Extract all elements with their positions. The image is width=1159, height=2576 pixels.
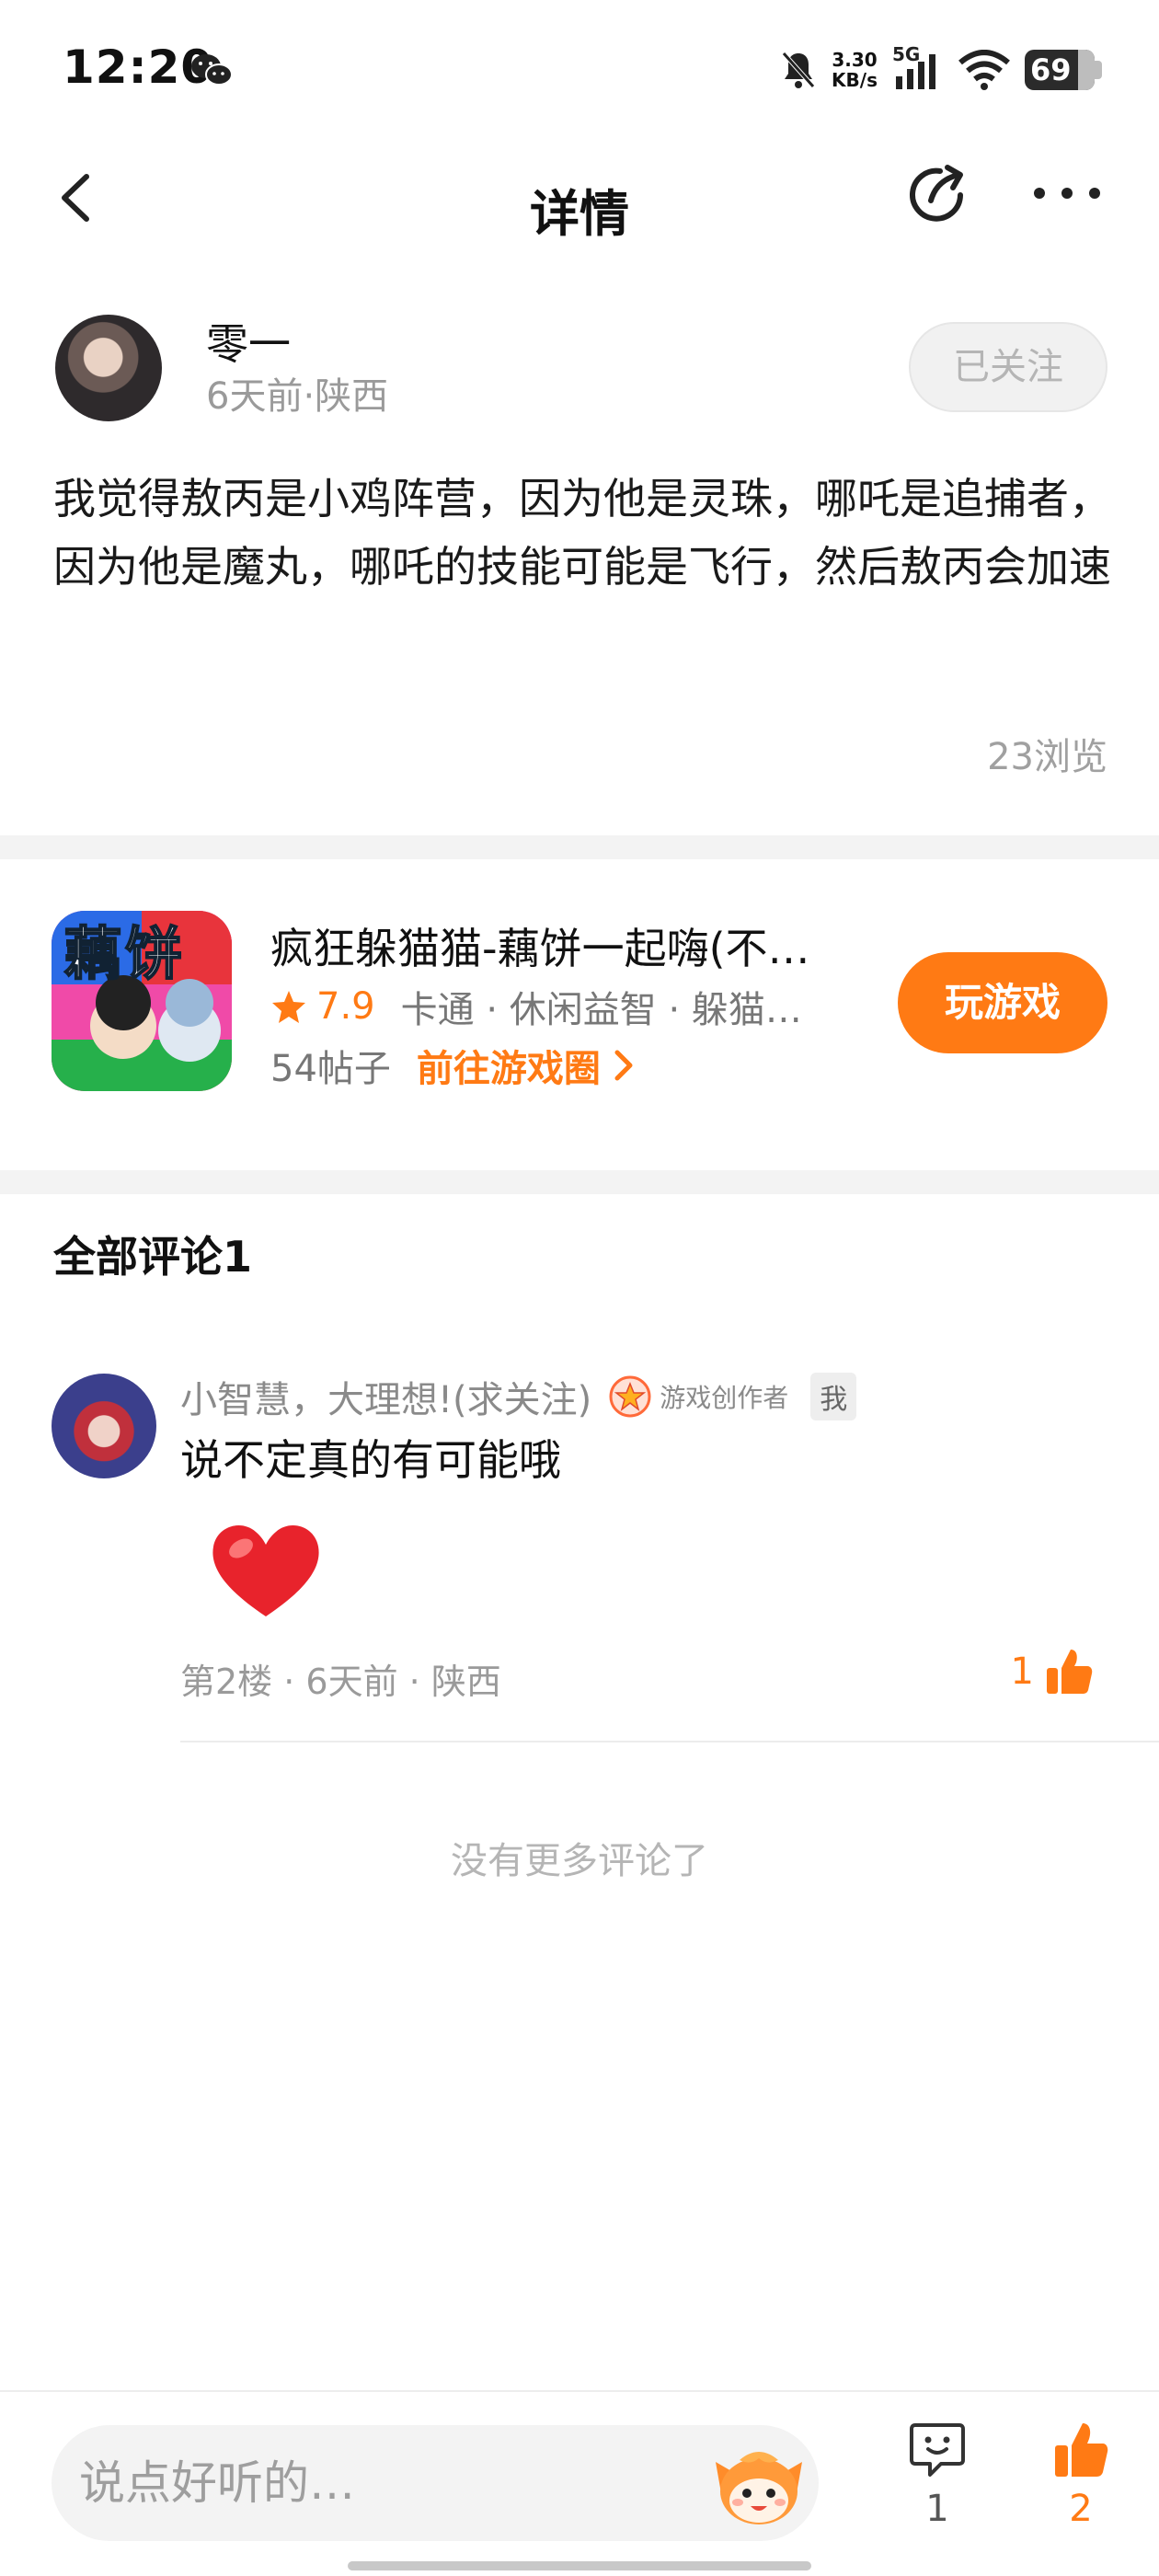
post-content: 我觉得敖丙是小鸡阵营，因为他是灵珠，哪吒是追捕者，因为他是魔丸，哪吒的技能可能是… bbox=[53, 474, 1111, 592]
mascot-emoji-icon[interactable] bbox=[712, 2438, 806, 2530]
bottom-bar: 1 2 bbox=[0, 2390, 1159, 2576]
like-button[interactable]: 2 bbox=[1039, 2420, 1122, 2558]
post-author: 零一 6天前·陕西 已关注 bbox=[0, 304, 1159, 432]
thumbs-up-icon bbox=[1055, 2423, 1108, 2477]
signal-5g: 5G bbox=[892, 43, 944, 91]
chevron-right-icon bbox=[614, 1050, 633, 1081]
net-speed-unit: KB/s bbox=[832, 69, 878, 91]
bell-off-icon bbox=[782, 52, 815, 88]
comments-title: 全部评论1 bbox=[53, 1232, 253, 1282]
share-button[interactable] bbox=[903, 158, 977, 232]
header: 详情 bbox=[0, 138, 1159, 267]
comment-count: 1 bbox=[925, 2488, 949, 2530]
comment-divider bbox=[180, 1741, 1159, 1742]
section-divider bbox=[0, 1170, 1159, 1194]
heart-emoji-icon bbox=[212, 1525, 319, 1616]
game-title[interactable]: 疯狂躲猫猫-藕饼一起嗨(不… bbox=[270, 915, 859, 976]
net-speed: 3.30 KB/s bbox=[832, 50, 878, 90]
star-icon bbox=[272, 991, 305, 1023]
no-more-comments: 没有更多评论了 bbox=[451, 1840, 708, 1882]
comment-like-button[interactable]: 1 bbox=[1011, 1646, 1095, 1697]
comment-input[interactable] bbox=[79, 2425, 723, 2541]
goto-game-circle-label: 前往游戏圈 bbox=[416, 1048, 601, 1090]
net-speed-value: 3.30 bbox=[832, 49, 878, 71]
creator-tag: 游戏创作者 bbox=[660, 1383, 789, 1413]
game-post-count: 54帖子 bbox=[270, 1048, 391, 1090]
game-rating: 7.9 bbox=[316, 985, 375, 1028]
commenter-name-row: 小智慧，大理想!(求关注) 游戏创作者 我 bbox=[180, 1370, 857, 1423]
author-meta: 6天前·陕西 bbox=[206, 375, 389, 418]
page-title: 详情 bbox=[530, 185, 629, 243]
section-divider bbox=[0, 835, 1159, 859]
comment-like-count: 1 bbox=[1010, 1650, 1034, 1693]
battery-level: 69 bbox=[1030, 52, 1072, 87]
view-count: 23浏览 bbox=[987, 736, 1107, 778]
me-tag: 我 bbox=[810, 1373, 857, 1420]
game-icon[interactable]: 藕饼 bbox=[52, 911, 232, 1091]
thumbs-up-icon bbox=[1047, 1650, 1093, 1694]
wifi-icon bbox=[958, 50, 1010, 90]
comment-text: 说不定真的有可能哦 bbox=[180, 1435, 561, 1485]
game-posts-row: 54帖子 前往游戏圈 bbox=[270, 1039, 636, 1092]
game-rating-row: 7.9 卡通 · 休闲益智 · 躲猫… bbox=[270, 980, 859, 1033]
more-options-button[interactable] bbox=[1030, 182, 1104, 204]
wechat-icon bbox=[191, 54, 233, 86]
author-name[interactable]: 零一 bbox=[206, 311, 291, 372]
battery-icon: 69 bbox=[1025, 50, 1102, 90]
like-count: 2 bbox=[1069, 2488, 1093, 2530]
commenter-name[interactable]: 小智慧，大理想!(求关注) bbox=[180, 1370, 591, 1423]
author-avatar[interactable] bbox=[55, 315, 162, 421]
comment-input-box[interactable] bbox=[52, 2425, 819, 2541]
comment-item: 小智慧，大理想!(求关注) 游戏创作者 我 说不定真的有可能哦 第2楼 · 6天… bbox=[0, 1366, 1159, 1743]
status-bar: 12:20 3.30 KB/s 5G 69 bbox=[0, 0, 1159, 138]
commenter-avatar[interactable] bbox=[52, 1374, 156, 1478]
follow-button[interactable]: 已关注 bbox=[909, 322, 1107, 412]
status-icons: 3.30 KB/s 5G 69 bbox=[780, 43, 1102, 96]
game-card[interactable]: 藕饼 疯狂躲猫猫-藕饼一起嗨(不… 7.9 卡通 · 休闲益智 · 躲猫… 54… bbox=[0, 860, 1159, 1164]
play-game-button[interactable]: 玩游戏 bbox=[898, 952, 1107, 1053]
comment-count-button[interactable]: 1 bbox=[896, 2420, 979, 2558]
home-indicator[interactable] bbox=[348, 2561, 811, 2570]
signal-icon bbox=[896, 54, 935, 89]
creator-badge-icon bbox=[609, 1375, 651, 1418]
game-icon-text: 藕饼 bbox=[63, 919, 187, 988]
comment-meta: 第2楼 · 6天前 · 陕西 bbox=[180, 1662, 501, 1702]
game-tags: 卡通 · 休闲益智 · 躲猫… bbox=[400, 989, 802, 1031]
goto-game-circle-link[interactable]: 前往游戏圈 bbox=[417, 1039, 636, 1092]
comment-icon bbox=[910, 2423, 965, 2477]
